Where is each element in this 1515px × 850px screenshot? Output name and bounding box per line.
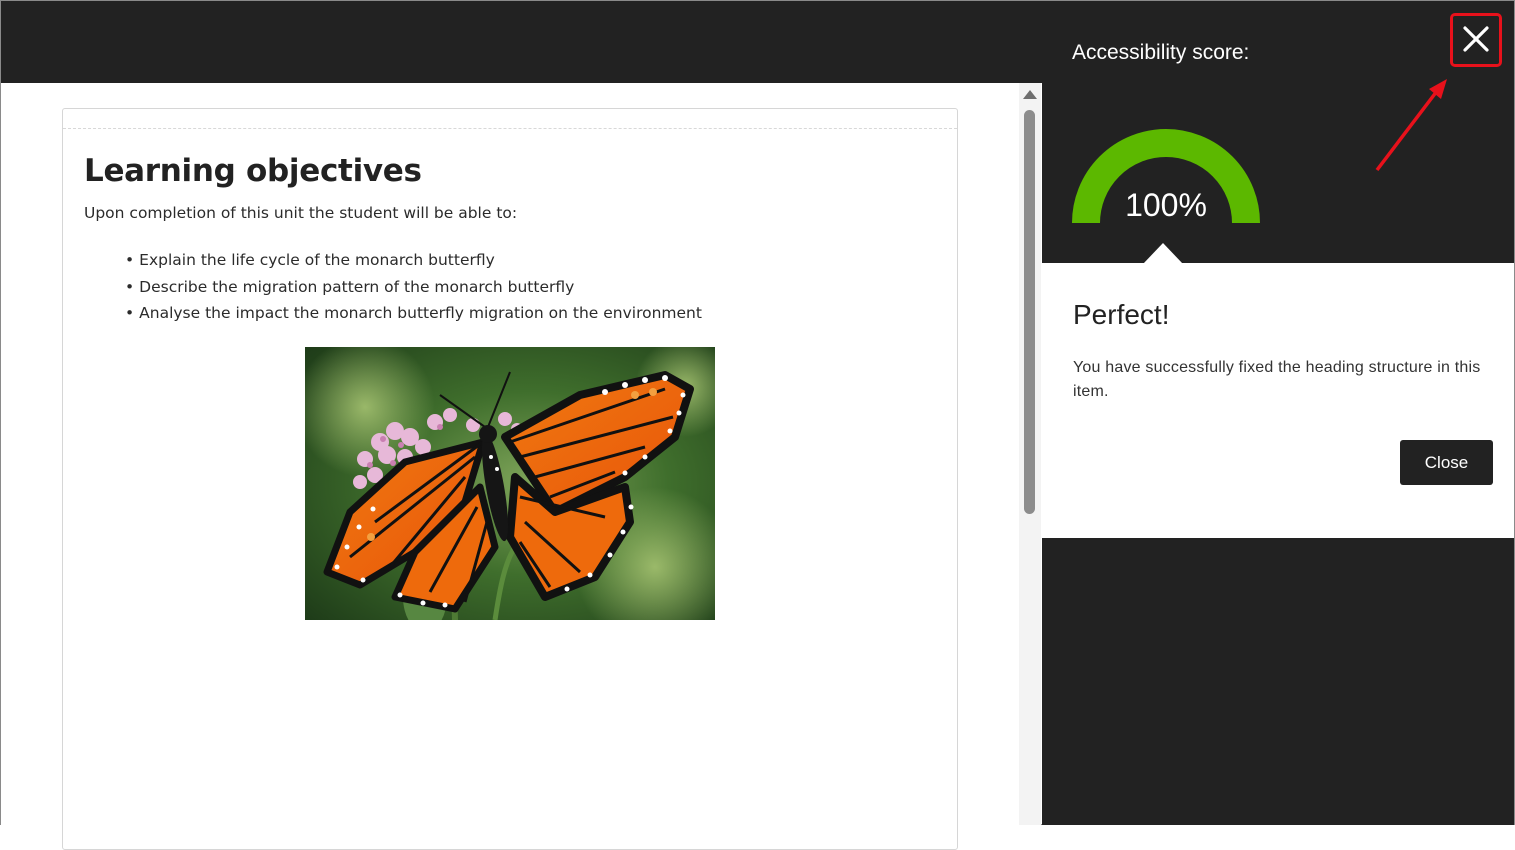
- result-box: Perfect! You have successfully fixed the…: [1042, 263, 1514, 538]
- scroll-up-arrow-icon[interactable]: [1023, 90, 1037, 99]
- bullet: •: [125, 277, 135, 296]
- result-title: Perfect!: [1073, 299, 1170, 330]
- panel-title: Accessibility score:: [1072, 41, 1250, 64]
- editor-content-area: Learning objectives Upon completion of t…: [1, 83, 1041, 850]
- butterfly-image: [305, 347, 715, 620]
- document-card: Learning objectives Upon completion of t…: [62, 108, 958, 850]
- close-button[interactable]: Close: [1400, 440, 1493, 485]
- close-x-icon: [1463, 26, 1489, 52]
- content-scrollbar[interactable]: [1019, 83, 1041, 825]
- score-value: 100%: [1125, 187, 1207, 223]
- result-pointer: [1143, 243, 1183, 264]
- card-divider: [63, 128, 957, 129]
- objectives-list: • Explain the life cycle of the monarch b…: [125, 247, 702, 327]
- objective-text: Explain the life cycle of the monarch bu…: [139, 251, 495, 269]
- intro-text: Upon completion of this unit the student…: [84, 204, 518, 222]
- scroll-thumb[interactable]: [1024, 110, 1035, 514]
- objective-text: Describe the migration pattern of the mo…: [139, 277, 575, 296]
- list-item: • Analyse the impact the monarch butterfl…: [125, 300, 702, 327]
- result-message: You have successfully fixed the heading …: [1073, 359, 1481, 400]
- bullet: •: [125, 251, 135, 269]
- objective-text: Analyse the impact the monarch butterfly…: [139, 304, 702, 322]
- list-item: • Explain the life cycle of the monarch b…: [125, 247, 702, 274]
- close-panel-button[interactable]: [1450, 13, 1502, 67]
- bullet: •: [125, 304, 135, 322]
- list-item: • Describe the migration pattern of the m…: [125, 274, 702, 301]
- annotation-arrow-icon: [1375, 79, 1447, 172]
- page-heading: Learning objectives: [84, 153, 422, 189]
